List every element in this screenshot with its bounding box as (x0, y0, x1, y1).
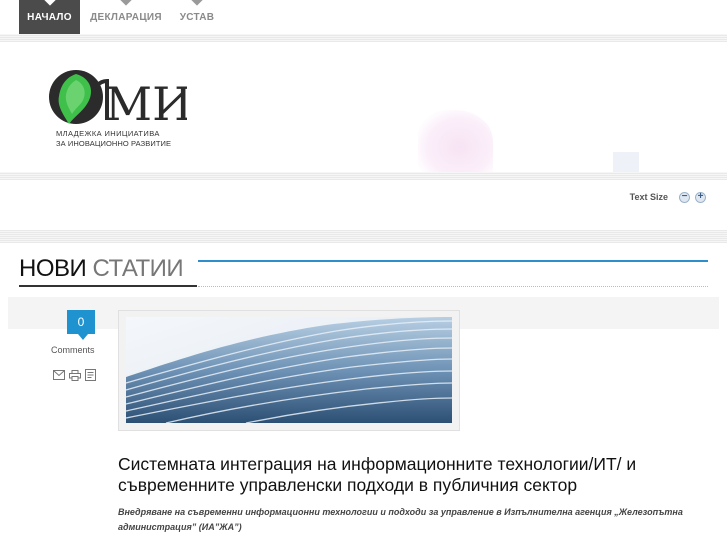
divider (0, 34, 727, 42)
top-navigation: НАЧАЛО ДЕКЛАРАЦИЯ УСТАВ (0, 0, 727, 34)
newspaper-stack-image (126, 317, 452, 423)
title-underline (19, 285, 197, 287)
nav-item-label: УСТАВ (179, 11, 215, 23)
nav-indicator-icon (43, 0, 56, 6)
nav-item-declaration[interactable]: ДЕКЛАРАЦИЯ (88, 0, 164, 34)
section-title-word2: СТАТИИ (92, 255, 184, 282)
pdf-icon[interactable] (84, 369, 97, 381)
article-title[interactable]: Системната интеграция на информационните… (118, 454, 698, 496)
email-icon[interactable] (52, 369, 65, 381)
print-icon[interactable] (68, 369, 81, 381)
page: НАЧАЛО ДЕКЛАРАЦИЯ УСТАВ МИР МЛАДЕЖКА ИНИ… (0, 0, 727, 545)
nav-item-label: НАЧАЛО (27, 11, 72, 23)
toolbar (0, 180, 727, 230)
text-size-label: Text Size (629, 192, 668, 202)
nav-item-statute[interactable]: УСТАВ (176, 0, 218, 34)
header-decoration (613, 152, 639, 172)
svg-text:МИР: МИР (105, 77, 187, 131)
divider (0, 230, 727, 243)
article-lead: Внедряване на съвременни информационни т… (118, 507, 683, 532)
nav-indicator-icon (191, 0, 203, 6)
text-size-decrease-button[interactable]: − (679, 192, 690, 203)
comments-label[interactable]: Comments (51, 345, 95, 355)
comment-count-badge[interactable]: 0 (67, 310, 95, 340)
logo-tagline-line1: МЛАДЕЖКА ИНИЦИАТИВА (56, 129, 160, 138)
title-accent-rule (198, 260, 708, 262)
text-size-increase-button[interactable]: + (695, 192, 706, 203)
nav-item-label: ДЕКЛАРАЦИЯ (90, 11, 162, 23)
nav-item-home[interactable]: НАЧАЛО (19, 0, 80, 34)
article-tools (52, 369, 97, 381)
section-title-word1: НОВИ (19, 255, 87, 282)
section-title: НОВИ СТАТИИ (19, 255, 184, 283)
site-logo[interactable]: МИР МЛАДЕЖКА ИНИЦИАТИВА ЗА ИНОВАЦИОННО Р… (47, 68, 223, 150)
header-decoration (418, 110, 493, 172)
divider (0, 172, 727, 180)
article-image[interactable] (126, 317, 452, 423)
title-dotted-rule (198, 286, 708, 287)
logo-tagline-line2: ЗА ИНОВАЦИОННО РАЗВИТИЕ (56, 139, 172, 148)
nav-indicator-icon (120, 0, 132, 6)
